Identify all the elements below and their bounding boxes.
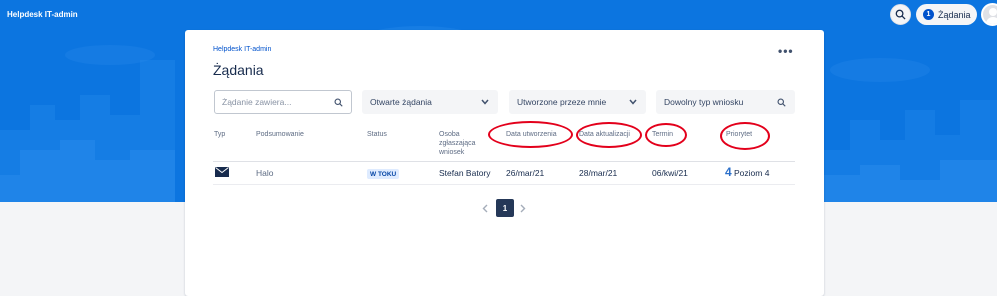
annotation-circle bbox=[720, 122, 770, 150]
chevron-down-icon bbox=[481, 99, 489, 105]
table-header-divider bbox=[213, 161, 795, 162]
request-type-filter-value: Dowolny typ wniosku bbox=[664, 97, 744, 107]
priority-number: 4 bbox=[725, 165, 732, 179]
mail-icon bbox=[215, 167, 229, 177]
reporter-header-line: wniosek bbox=[439, 149, 465, 156]
status-badge: W TOKU bbox=[367, 169, 400, 179]
status-filter-value: Otwarte żądania bbox=[370, 97, 432, 107]
search-icon bbox=[895, 9, 906, 20]
priority-label: Poziom 4 bbox=[734, 168, 770, 178]
chevron-down-icon bbox=[629, 99, 637, 105]
due-date-cell: 06/kwi/21 bbox=[652, 168, 688, 178]
search-input-placeholder: Żądanie zawiera... bbox=[222, 97, 292, 107]
reporter-cell: Stefan Batory bbox=[439, 168, 491, 178]
requests-button-label: Żądania bbox=[938, 9, 971, 20]
app-brand-link[interactable]: Helpdesk IT-admin bbox=[7, 10, 78, 19]
reporter-header-line: Osoba bbox=[439, 131, 460, 138]
requests-card: Helpdesk IT-admin Żądania ••• Żądanie za… bbox=[185, 30, 824, 296]
search-icon bbox=[334, 97, 343, 107]
requests-button[interactable]: 1 Żądania bbox=[916, 4, 977, 25]
table-row-divider bbox=[213, 184, 795, 185]
request-type-filter[interactable]: Dowolny typ wniosku bbox=[656, 90, 795, 114]
column-header-reporter[interactable]: Osoba zgłaszająca wniosek bbox=[439, 130, 476, 157]
annotation-circle bbox=[488, 121, 573, 148]
column-header-status[interactable]: Status bbox=[367, 130, 387, 139]
more-options-icon[interactable]: ••• bbox=[778, 45, 794, 57]
pagination-page-1[interactable]: 1 bbox=[496, 199, 514, 217]
reporter-header-line: zgłaszająca bbox=[439, 140, 476, 147]
global-search-button[interactable] bbox=[890, 4, 911, 25]
chevron-right-icon bbox=[520, 204, 526, 212]
breadcrumb[interactable]: Helpdesk IT-admin bbox=[213, 46, 271, 53]
page-title: Żądania bbox=[213, 62, 264, 78]
created-by-filter-value: Utworzone przeze mnie bbox=[517, 97, 607, 107]
updated-date-cell: 28/mar/21 bbox=[579, 168, 618, 178]
column-header-summary[interactable]: Podsumowanie bbox=[256, 130, 304, 139]
annotation-circle bbox=[576, 122, 642, 148]
annotation-circle bbox=[645, 123, 687, 147]
created-by-filter-select[interactable]: Utworzone przeze mnie bbox=[509, 90, 646, 114]
column-header-type[interactable]: Typ bbox=[214, 130, 225, 139]
request-search-input[interactable]: Żądanie zawiera... bbox=[214, 90, 352, 114]
created-date-cell: 26/mar/21 bbox=[506, 168, 545, 178]
status-filter-select[interactable]: Otwarte żądania bbox=[362, 90, 498, 114]
pagination-next-button[interactable] bbox=[516, 199, 530, 217]
pagination-prev-button[interactable] bbox=[478, 199, 492, 217]
user-avatar[interactable] bbox=[981, 3, 997, 26]
search-icon bbox=[777, 97, 786, 107]
requests-count-badge: 1 bbox=[923, 9, 934, 20]
request-summary-link[interactable]: Halo bbox=[256, 168, 273, 178]
chevron-left-icon bbox=[482, 204, 488, 212]
